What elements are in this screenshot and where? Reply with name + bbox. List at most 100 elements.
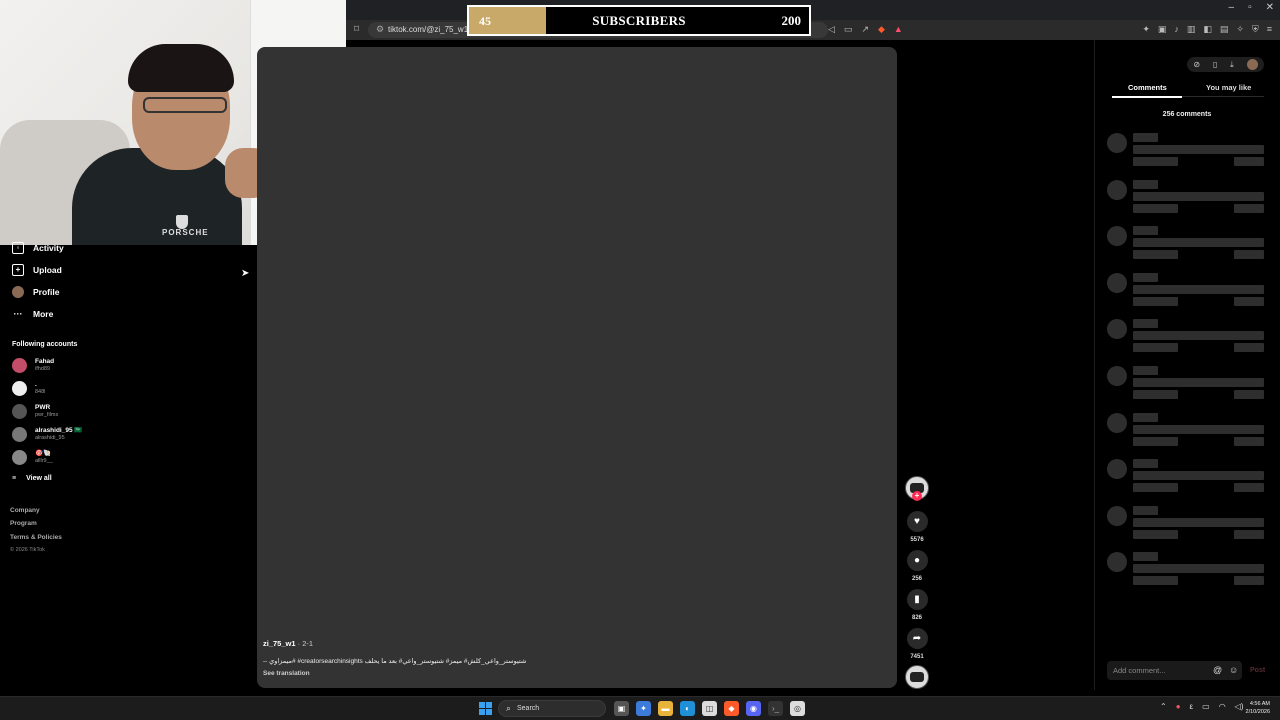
monitor-icon[interactable]: ▭ [1202, 702, 1210, 711]
following-account-item[interactable]: 🎯🐚 alllr9__ [12, 450, 53, 465]
nav-activity[interactable]: ◦ Activity [12, 242, 64, 254]
vpn-icon[interactable]: ▤ [1220, 24, 1229, 35]
heart-icon[interactable]: ♥ [906, 511, 928, 532]
chevron-up-icon[interactable]: ⌃ [1160, 702, 1167, 711]
extensions-icon[interactable]: ✦ [1142, 24, 1150, 35]
url-text: tiktok.com/@zi_75_w1/vi [388, 25, 477, 34]
nav-more[interactable]: ··· More [12, 308, 54, 320]
view-all-link[interactable]: ≡ View all [12, 475, 52, 482]
video-player[interactable] [257, 47, 897, 688]
phone-icon[interactable]: ▯ [1213, 60, 1217, 69]
upload-icon: + [12, 264, 24, 276]
mention-icon[interactable]: @ [1213, 665, 1222, 675]
file-explorer-icon[interactable]: ▬ [658, 701, 673, 716]
cast-icon[interactable]: ▭ [844, 24, 853, 35]
store-icon[interactable]: ◫ [702, 701, 717, 716]
video-author-name[interactable]: zi_75_w1 [263, 639, 296, 648]
brave-icon[interactable]: ◆ [724, 701, 739, 716]
skeleton-line [1234, 296, 1264, 306]
skeleton-line [1133, 203, 1178, 213]
skeleton-line [1234, 576, 1264, 586]
brave-rewards-icon[interactable]: ▲ [894, 24, 903, 35]
mic-icon[interactable]: ● [1176, 702, 1181, 711]
skeleton-line [1133, 366, 1158, 375]
shield-icon[interactable]: ⛨ [1252, 24, 1259, 35]
sidebar-icon[interactable]: ◧ [1203, 24, 1212, 35]
edge-icon[interactable]: ◐ [680, 701, 695, 716]
download-icon[interactable]: ⤓ [1230, 60, 1234, 70]
see-translation-link[interactable]: See translation [263, 670, 310, 677]
wallet-icon[interactable]: ▣ [1158, 24, 1167, 35]
video-author[interactable]: zi_75_w1 · 2-1 [263, 639, 313, 648]
menu-icon[interactable]: ≡ [1267, 24, 1272, 35]
comment-skeleton [1107, 505, 1267, 546]
user-avatar[interactable] [1246, 59, 1258, 70]
footer-program-link[interactable]: Program [10, 520, 37, 527]
nav-profile[interactable]: Profile [12, 286, 59, 298]
bookmark-icon[interactable]: ⌑ [354, 24, 359, 35]
skeleton-line [1133, 250, 1178, 260]
taskbar-search[interactable]: ⌕ Search [498, 700, 606, 717]
sound-avatar[interactable] [905, 665, 929, 689]
active-tab-indicator [1112, 96, 1182, 98]
bookmark-save-icon[interactable]: ▮ [906, 589, 928, 610]
comment-skeleton [1107, 552, 1267, 592]
site-info-icon[interactable]: ⚙ [376, 24, 384, 35]
footer-terms-link[interactable]: Terms & Policies [10, 534, 62, 541]
account-username: alllr9__ [35, 458, 53, 464]
terminal-icon[interactable]: ›_ [768, 701, 783, 716]
chrome-icon[interactable]: ◎ [790, 701, 805, 716]
skeleton-avatar [1107, 319, 1127, 340]
comment-skeleton [1107, 459, 1267, 499]
network-icon[interactable]: ◠ [1219, 702, 1226, 711]
webcam-person-hair [128, 44, 234, 92]
following-account-item[interactable]: . 848l [12, 381, 45, 396]
skeleton-line [1133, 564, 1264, 574]
mute-tab-icon[interactable]: ◁ [828, 24, 835, 35]
start-icon[interactable] [479, 702, 492, 715]
discord-icon[interactable]: ◉ [746, 701, 761, 716]
follow-plus-icon[interactable]: + [912, 491, 922, 501]
language-icon[interactable]: ε [1190, 702, 1194, 711]
tab-comments[interactable]: Comments [1128, 83, 1167, 92]
task-view-icon[interactable]: ▣ [614, 701, 629, 716]
skeleton-line [1133, 226, 1158, 236]
reading-list-icon[interactable]: ▥ [1187, 24, 1196, 35]
skeleton-line [1234, 157, 1264, 166]
profile-avatar [12, 286, 24, 298]
skeleton-line [1234, 390, 1264, 399]
comment-skeleton [1107, 412, 1267, 453]
nav-upload[interactable]: + Upload [12, 264, 62, 276]
skeleton-line [1133, 529, 1178, 539]
skeleton-line [1133, 552, 1158, 562]
windows-taskbar: ⌕ Search ▣ ✦ ▬ ◐ ◫ ◆ ◉ ›_ ◎ ⌃ ● ε ▭ ◠ ◁)… [0, 696, 1280, 720]
account-avatar [12, 427, 27, 442]
post-comment-button[interactable]: Post [1250, 667, 1265, 674]
close-window-button[interactable]: ✕ [1266, 2, 1274, 13]
minimize-button[interactable]: – [1229, 2, 1235, 13]
emoji-icon[interactable]: ☺ [1229, 665, 1238, 675]
skeleton-line [1133, 238, 1264, 248]
leo-icon[interactable]: ✧ [1236, 24, 1244, 35]
volume-icon[interactable]: ◁) [1235, 702, 1244, 711]
comment-icon[interactable]: ● [906, 550, 928, 571]
tab-you-may-like[interactable]: You may like [1206, 83, 1251, 92]
copilot-icon[interactable]: ✦ [636, 701, 651, 716]
skeleton-line [1133, 471, 1264, 481]
taskbar-clock[interactable]: 4:56 AM 2/10/2026 [1246, 700, 1270, 716]
share-arrow-icon[interactable]: ➦ [906, 628, 928, 649]
account-username: 848l [35, 389, 46, 395]
account-avatar [12, 404, 27, 419]
compass-icon[interactable]: ⊘ [1193, 60, 1200, 69]
brave-shields-icon[interactable]: ◆ [878, 24, 885, 35]
share-icon[interactable]: ↗ [861, 24, 869, 35]
media-icon[interactable]: ♪ [1174, 24, 1179, 35]
footer-company-link[interactable]: Company [10, 507, 40, 514]
following-account-item[interactable]: PWR pwr_films [12, 404, 58, 419]
maximize-button[interactable]: ▫ [1248, 2, 1252, 13]
list-icon: ≡ [12, 475, 17, 482]
following-account-item[interactable]: Fahad ifhd89 [12, 358, 54, 373]
following-account-item[interactable]: alrashidi_95 🇸🇦 alrashidi_95 [12, 427, 82, 442]
comment-skeleton [1107, 133, 1267, 173]
following-accounts-heading: Following accounts [12, 341, 78, 348]
